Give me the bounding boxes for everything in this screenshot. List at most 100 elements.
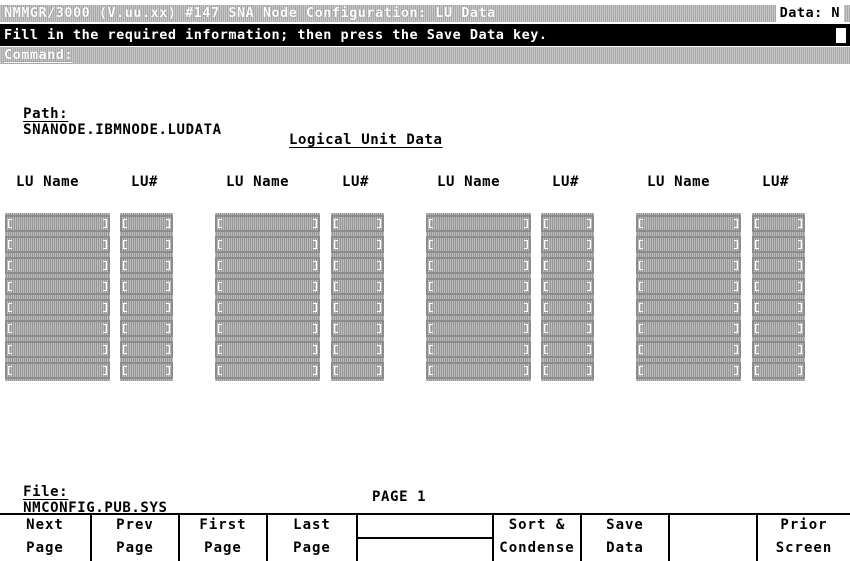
lu-number-field[interactable] [541,215,594,232]
lu-name-field[interactable] [215,320,320,337]
lu-number-field[interactable] [752,215,805,232]
lu-number-field[interactable] [120,362,173,379]
key-label-line2: Page [116,540,154,556]
column-header-lu-name: LU Name [437,174,501,190]
column-header-lu-number: LU# [342,174,370,190]
file-line: File: NMCONFIG.PUB.SYS [5,468,168,516]
lu-number-field[interactable] [120,278,173,295]
lu-name-field[interactable] [426,257,531,274]
lu-name-field[interactable] [636,278,741,295]
lu-name-field[interactable] [215,299,320,316]
lu-number-field[interactable] [541,257,594,274]
key-divider [358,537,492,539]
key-label-line2: Page [293,540,331,556]
lu-name-field[interactable] [5,278,110,295]
lu-number-field[interactable] [120,299,173,316]
lu-name-field[interactable] [636,236,741,253]
lu-number-field[interactable] [541,362,594,379]
lu-name-field[interactable] [5,362,110,379]
lu-name-field[interactable] [5,320,110,337]
title-bar: NMMGR/3000 (V.uu.xx) #147 SNA Node Confi… [0,5,850,22]
column-header-lu-number: LU# [131,174,159,190]
lu-name-field[interactable] [426,215,531,232]
key-label-line1: Next [26,517,64,533]
lu-name-field[interactable] [636,215,741,232]
command-label: Command: [4,47,74,63]
lu-number-field[interactable] [752,236,805,253]
lu-number-field[interactable] [120,257,173,274]
function-key-bar: Next Page Prev Page First Page Last Page… [0,513,850,561]
message-bar: Fill in the required information; then p… [0,24,850,46]
lu-number-field[interactable] [331,362,384,379]
save-data-key[interactable]: Save Data [582,515,670,561]
column-header-lu-name: LU Name [647,174,711,190]
sort-condense-key[interactable]: Sort & Condense [494,515,582,561]
lu-name-field[interactable] [5,236,110,253]
lu-number-field[interactable] [752,278,805,295]
last-page-key[interactable]: Last Page [268,515,358,561]
lu-name-field[interactable] [636,362,741,379]
lu-number-field[interactable] [120,341,173,358]
file-label: File: [23,484,69,500]
lu-number-field[interactable] [331,341,384,358]
lu-name-field[interactable] [426,341,531,358]
lu-number-field[interactable] [331,278,384,295]
lu-name-field[interactable] [426,299,531,316]
lu-number-field[interactable] [331,257,384,274]
page-indicator: PAGE 1 [372,489,427,505]
lu-name-field[interactable] [215,257,320,274]
column-header-lu-number: LU# [762,174,790,190]
next-page-key[interactable]: Next Page [0,515,92,561]
lu-number-field[interactable] [541,341,594,358]
blank-key-8[interactable] [670,515,758,561]
lu-name-field[interactable] [636,299,741,316]
lu-number-field[interactable] [752,299,805,316]
instruction-message: Fill in the required information; then p… [4,27,548,43]
key-label-line2: Screen [775,540,833,556]
lu-number-field[interactable] [331,215,384,232]
lu-name-field[interactable] [636,257,741,274]
lu-name-field[interactable] [215,362,320,379]
lu-name-field[interactable] [426,362,531,379]
lu-number-field[interactable] [541,236,594,253]
lu-name-field[interactable] [5,215,110,232]
prev-page-key[interactable]: Prev Page [92,515,180,561]
lu-name-field[interactable] [426,236,531,253]
lu-name-field[interactable] [5,299,110,316]
lu-number-field[interactable] [331,320,384,337]
lu-name-field[interactable] [636,341,741,358]
lu-name-field[interactable] [5,341,110,358]
lu-number-field[interactable] [752,320,805,337]
prior-screen-key[interactable]: Prior Screen [758,515,850,561]
lu-name-field[interactable] [5,257,110,274]
column-header-lu-number: LU# [552,174,580,190]
blank-key-5[interactable] [358,515,494,561]
lu-name-field[interactable] [215,236,320,253]
lu-number-field[interactable] [541,278,594,295]
key-label-line1: Prev [116,517,154,533]
lu-name-field[interactable] [215,278,320,295]
key-label-line2: Condense [499,540,575,556]
lu-name-field[interactable] [215,341,320,358]
first-page-key[interactable]: First Page [180,515,268,561]
lu-number-field[interactable] [331,236,384,253]
lu-number-field[interactable] [120,215,173,232]
lu-number-field[interactable] [120,236,173,253]
lu-number-field[interactable] [752,257,805,274]
lu-name-field[interactable] [215,215,320,232]
lu-number-field[interactable] [541,320,594,337]
lu-name-field[interactable] [426,278,531,295]
lu-name-field[interactable] [636,320,741,337]
key-label-line2: Page [26,540,64,556]
key-label-line1: Save [606,517,644,533]
lu-number-field[interactable] [752,362,805,379]
lu-number-field[interactable] [120,320,173,337]
screen-title: NMMGR/3000 (V.uu.xx) #147 SNA Node Confi… [4,5,496,21]
key-label-line1: Prior [780,517,828,533]
lu-number-field[interactable] [752,341,805,358]
lu-name-field[interactable] [426,320,531,337]
lu-number-field[interactable] [331,299,384,316]
command-bar[interactable]: Command: [0,47,850,64]
lu-number-field[interactable] [541,299,594,316]
key-label-line2: Page [204,540,242,556]
